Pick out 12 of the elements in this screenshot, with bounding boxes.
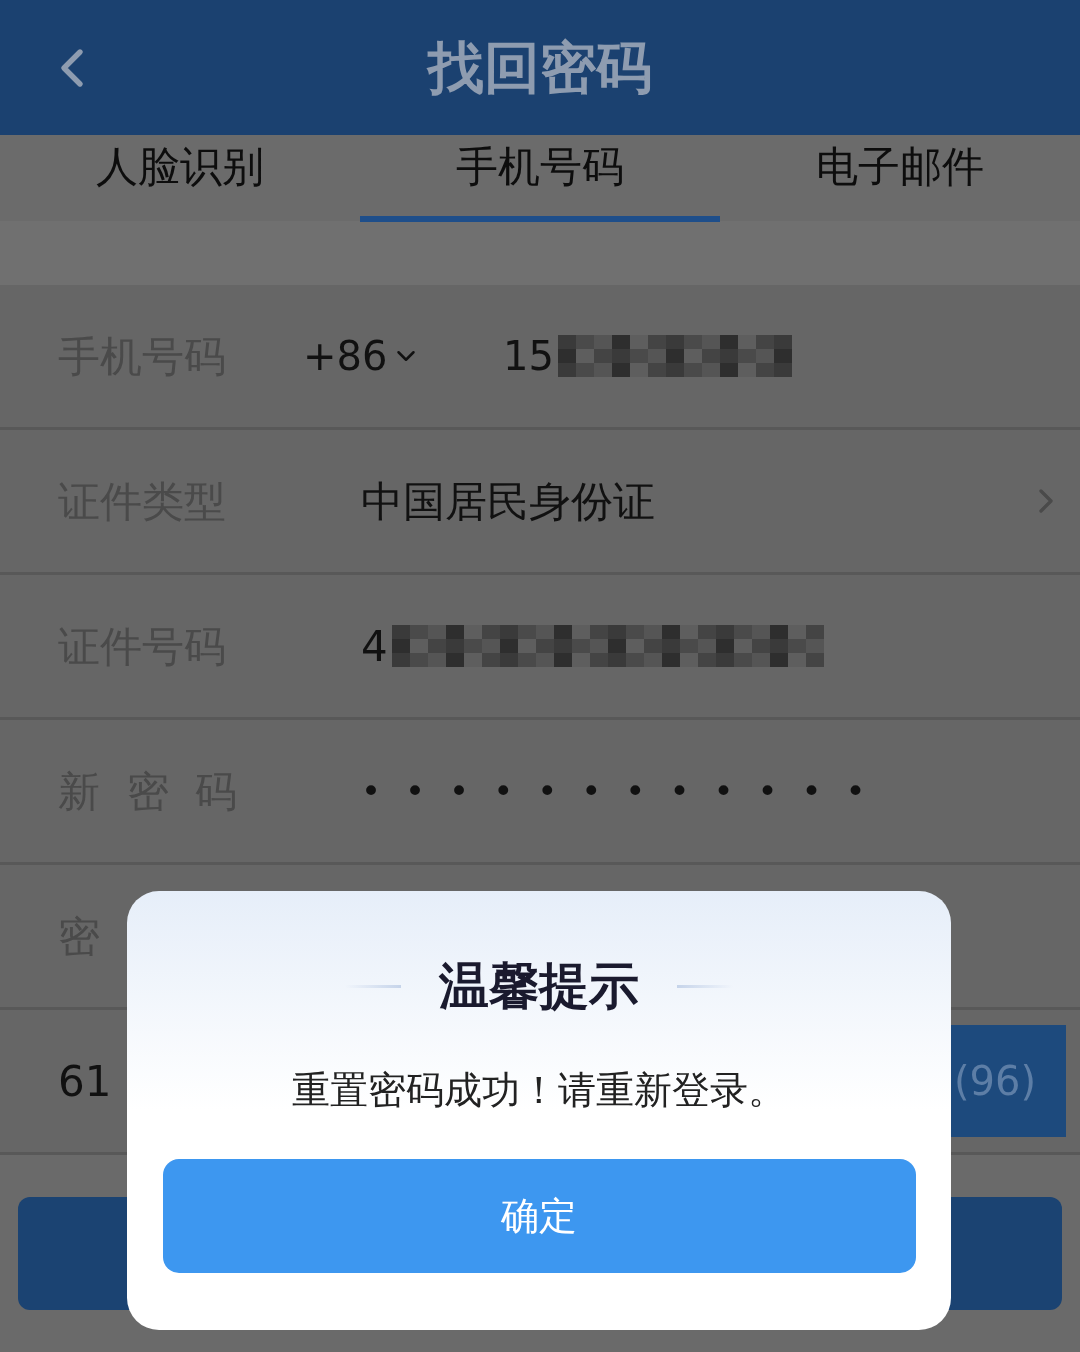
country-code-select[interactable]: +86 — [303, 326, 503, 386]
phone-value: 15 — [503, 332, 554, 381]
confirm-button[interactable]: 确定 — [162, 1159, 916, 1273]
dialog-message: 重置密码成功！请重新登录。 — [292, 1067, 786, 1114]
field-value: 中国居民身份证 — [360, 475, 655, 528]
id-number-value: 4 — [361, 620, 388, 673]
password-value: •••••••••••• — [360, 769, 890, 813]
dialog-title: 温馨提示 — [439, 956, 639, 1017]
sms-code-value: 61 — [58, 1055, 112, 1108]
tab[interactable]: 电子邮件 — [720, 135, 1080, 222]
tab[interactable]: 人脸识别 — [0, 135, 360, 222]
page-title: 找回密码 — [428, 33, 652, 102]
